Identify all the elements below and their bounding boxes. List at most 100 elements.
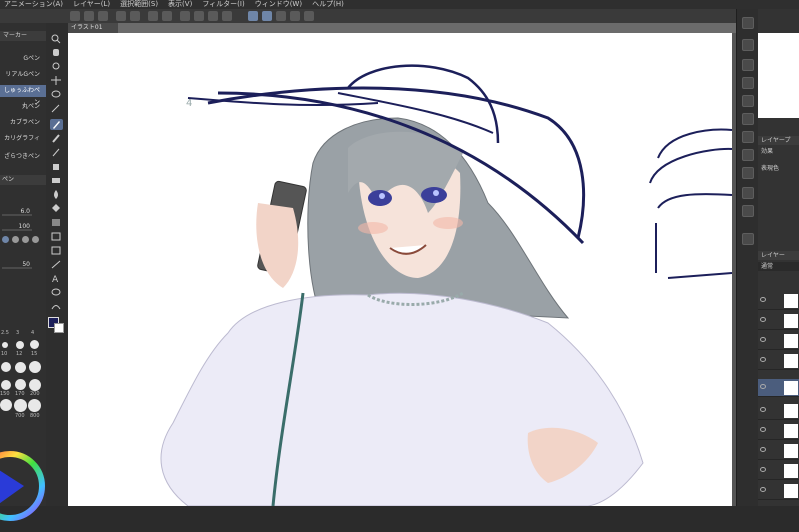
layer-row[interactable]	[758, 402, 799, 420]
layer-row[interactable]	[758, 482, 799, 500]
item-bank-icon[interactable]	[742, 77, 754, 89]
move-icon[interactable]	[50, 75, 63, 86]
eye-icon[interactable]	[760, 357, 766, 362]
quick-access-icon[interactable]	[742, 205, 754, 217]
brush-calligraphy[interactable]: カリグラフィ	[0, 133, 46, 145]
camera-icon[interactable]	[742, 167, 754, 179]
hand-icon[interactable]	[50, 47, 63, 58]
menu-help[interactable]: ヘルプ(H)	[308, 0, 350, 9]
expression-color-label: 表現色	[761, 165, 780, 172]
eye-icon[interactable]	[760, 384, 766, 389]
brush-size-slider[interactable]: 6.0	[0, 206, 46, 217]
pencil-icon[interactable]	[50, 133, 63, 144]
layer-row-selected[interactable]	[758, 379, 799, 397]
sub-color-swatch[interactable]	[54, 323, 64, 333]
menu-selection[interactable]: 選択範囲(S)	[116, 0, 164, 9]
layer-row[interactable]	[758, 442, 799, 460]
snap-special-ruler-icon[interactable]	[262, 11, 272, 21]
correct-line-icon[interactable]	[50, 301, 63, 312]
clear-icon[interactable]	[148, 11, 158, 21]
balloon-icon[interactable]	[50, 287, 63, 298]
text-icon[interactable]: A	[50, 273, 63, 284]
brush-tip-shapes[interactable]	[0, 233, 40, 247]
layer-row[interactable]	[758, 292, 799, 310]
tool-property-title: ペン	[0, 175, 46, 185]
drawing-canvas[interactable]: 4	[68, 33, 732, 506]
eye-icon[interactable]	[760, 427, 766, 432]
new-file-icon[interactable]	[70, 11, 80, 21]
blend-icon[interactable]	[50, 189, 63, 200]
layer-row[interactable]	[758, 312, 799, 330]
brush-real-g-pen[interactable]: リアルGペン	[0, 69, 46, 81]
brush-kabura-pen[interactable]: カブラペン	[0, 117, 46, 129]
settings-icon[interactable]	[304, 11, 314, 21]
eye-icon[interactable]	[760, 407, 766, 412]
material-icon[interactable]	[742, 17, 754, 29]
toolbox: A	[46, 23, 69, 506]
rotate-icon[interactable]	[50, 61, 63, 72]
pen-tool-icon[interactable]	[50, 119, 63, 130]
layer-row[interactable]	[758, 462, 799, 480]
eraser-icon[interactable]	[50, 175, 63, 186]
layer-search-icon[interactable]	[742, 131, 754, 143]
fill-icon[interactable]	[162, 11, 172, 21]
menu-layer[interactable]: レイヤー(L)	[69, 0, 116, 9]
brush-selected[interactable]: しゅぅふわペン	[0, 85, 46, 106]
open-file-icon[interactable]	[84, 11, 94, 21]
auto-action-icon[interactable]	[742, 113, 754, 125]
layer-row[interactable]	[758, 352, 799, 370]
save-icon[interactable]	[98, 11, 108, 21]
panel-icon-strip	[736, 9, 759, 506]
layer-row[interactable]	[758, 422, 799, 440]
frame-icon[interactable]	[50, 245, 63, 256]
menu-window[interactable]: ウィンドウ(W)	[251, 0, 308, 9]
brush-round-pen[interactable]: 丸ペン	[0, 101, 46, 113]
opacity-slider[interactable]: 100	[0, 221, 46, 232]
ruler-icon[interactable]	[290, 11, 300, 21]
redo-icon[interactable]	[130, 11, 140, 21]
auto-select-icon[interactable]	[50, 103, 63, 114]
menu-filter[interactable]: フィルター(I)	[198, 0, 250, 9]
layer-property-icon[interactable]	[742, 233, 754, 245]
density-slider[interactable]: 50	[0, 259, 46, 270]
eye-icon[interactable]	[760, 317, 766, 322]
shape-icon[interactable]	[50, 231, 63, 242]
menu-animation[interactable]: アニメーション(A)	[0, 0, 69, 9]
eye-icon[interactable]	[760, 337, 766, 342]
animation-icon[interactable]	[742, 149, 754, 161]
invert-selection-icon[interactable]	[222, 11, 232, 21]
fill-bucket-icon[interactable]	[50, 203, 63, 214]
transform-icon[interactable]	[180, 11, 190, 21]
navigator-preview[interactable]	[758, 33, 799, 118]
document-tab[interactable]: イラスト01	[68, 23, 118, 33]
eye-icon[interactable]	[760, 447, 766, 452]
snap-grid-icon[interactable]	[276, 11, 286, 21]
history-icon[interactable]	[742, 95, 754, 107]
library-icon[interactable]	[742, 187, 754, 199]
brush-rough-pen[interactable]: ざらつきペン	[0, 151, 46, 163]
menu-view[interactable]: 表示(V)	[164, 0, 198, 9]
brush-icon[interactable]	[50, 147, 63, 158]
zoom-icon[interactable]	[50, 33, 63, 44]
color-wheel[interactable]	[0, 436, 46, 529]
sub-view-icon[interactable]	[742, 59, 754, 71]
eye-icon[interactable]	[760, 467, 766, 472]
brush-size-palette[interactable]: 2.5 3 4 10 12 15 150 170 200 700 800	[0, 318, 46, 423]
undo-icon[interactable]	[116, 11, 126, 21]
blend-mode-select[interactable]: 通常	[758, 262, 799, 271]
menu-bar: アニメーション(A) レイヤー(L) 選択範囲(S) 表示(V) フィルター(I…	[0, 0, 799, 9]
brush-g-pen[interactable]: Gペン	[0, 53, 46, 65]
layer-row[interactable]	[758, 332, 799, 350]
sub-tool-panel: マーカー Gペン リアルGペン しゅぅふわペン 丸ペン カブラペン カリグラフィ…	[0, 23, 47, 521]
eye-icon[interactable]	[760, 297, 766, 302]
ruler-tool-icon[interactable]	[50, 259, 63, 270]
svg-text:A: A	[52, 275, 59, 284]
eye-icon[interactable]	[760, 487, 766, 492]
navigator-icon[interactable]	[742, 39, 754, 51]
select-all-icon[interactable]	[194, 11, 204, 21]
gradient-icon[interactable]	[50, 217, 63, 228]
lasso-icon[interactable]	[50, 89, 63, 100]
airbrush-icon[interactable]	[50, 161, 63, 172]
deselect-icon[interactable]	[208, 11, 218, 21]
snap-ruler-icon[interactable]	[248, 11, 258, 21]
